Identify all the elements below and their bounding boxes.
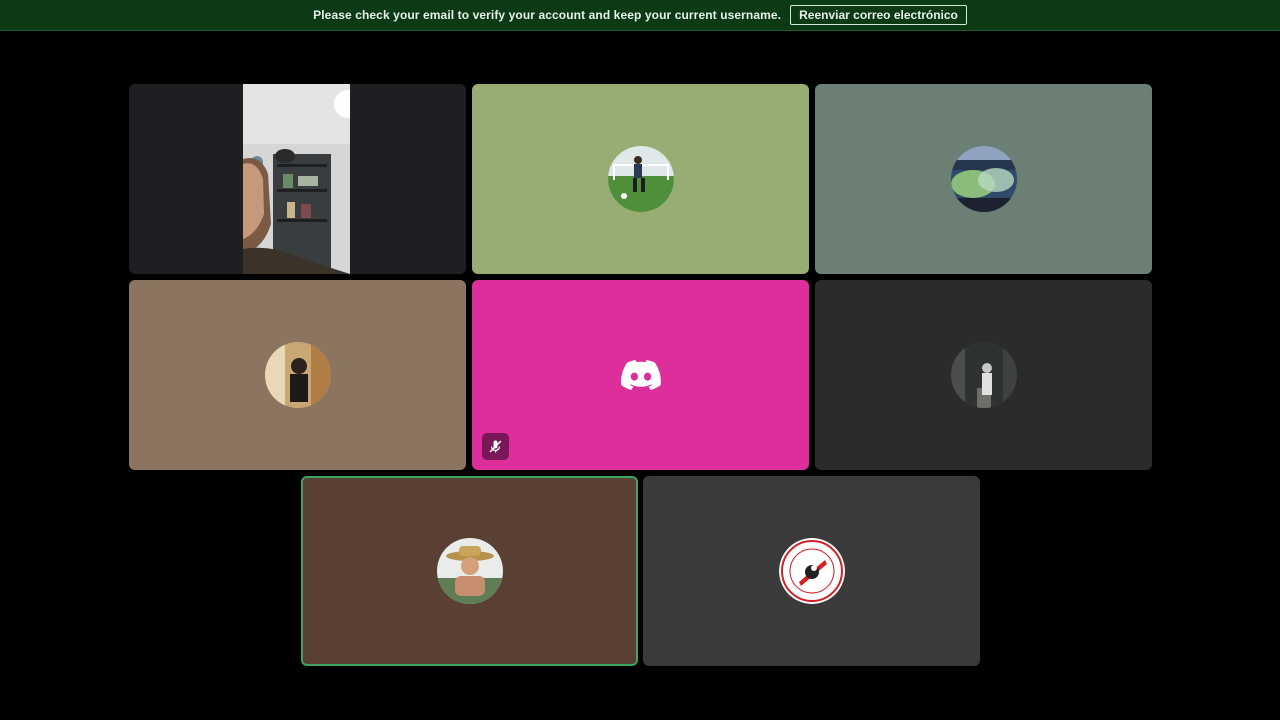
river-plate-crest-avatar [778, 538, 845, 604]
street-night-avatar [950, 342, 1017, 408]
stadium-smoke-avatar [950, 146, 1017, 212]
resend-email-button[interactable]: Reenviar correo electrónico [790, 5, 967, 25]
soccer-player-avatar [607, 146, 674, 212]
participant-tile-8[interactable] [643, 476, 980, 666]
participant-tile-7[interactable] [301, 476, 638, 666]
banner-message: Please check your email to verify your a… [313, 8, 782, 22]
participant-tile-5[interactable] [472, 280, 809, 470]
discord-logo-icon [620, 360, 661, 390]
person-selfie-avatar [264, 342, 331, 408]
participant-tile-6[interactable] [815, 280, 1152, 470]
video-tile-camera[interactable] [129, 84, 466, 274]
camera-feed [243, 84, 350, 274]
participant-tile-3[interactable] [815, 84, 1152, 274]
verify-email-banner: Please check your email to verify your a… [0, 0, 1280, 31]
participant-tile-4[interactable] [129, 280, 466, 470]
participant-tile-2[interactable] [472, 84, 809, 274]
mic-muted-icon [482, 433, 509, 460]
straw-hat-avatar [436, 538, 503, 604]
